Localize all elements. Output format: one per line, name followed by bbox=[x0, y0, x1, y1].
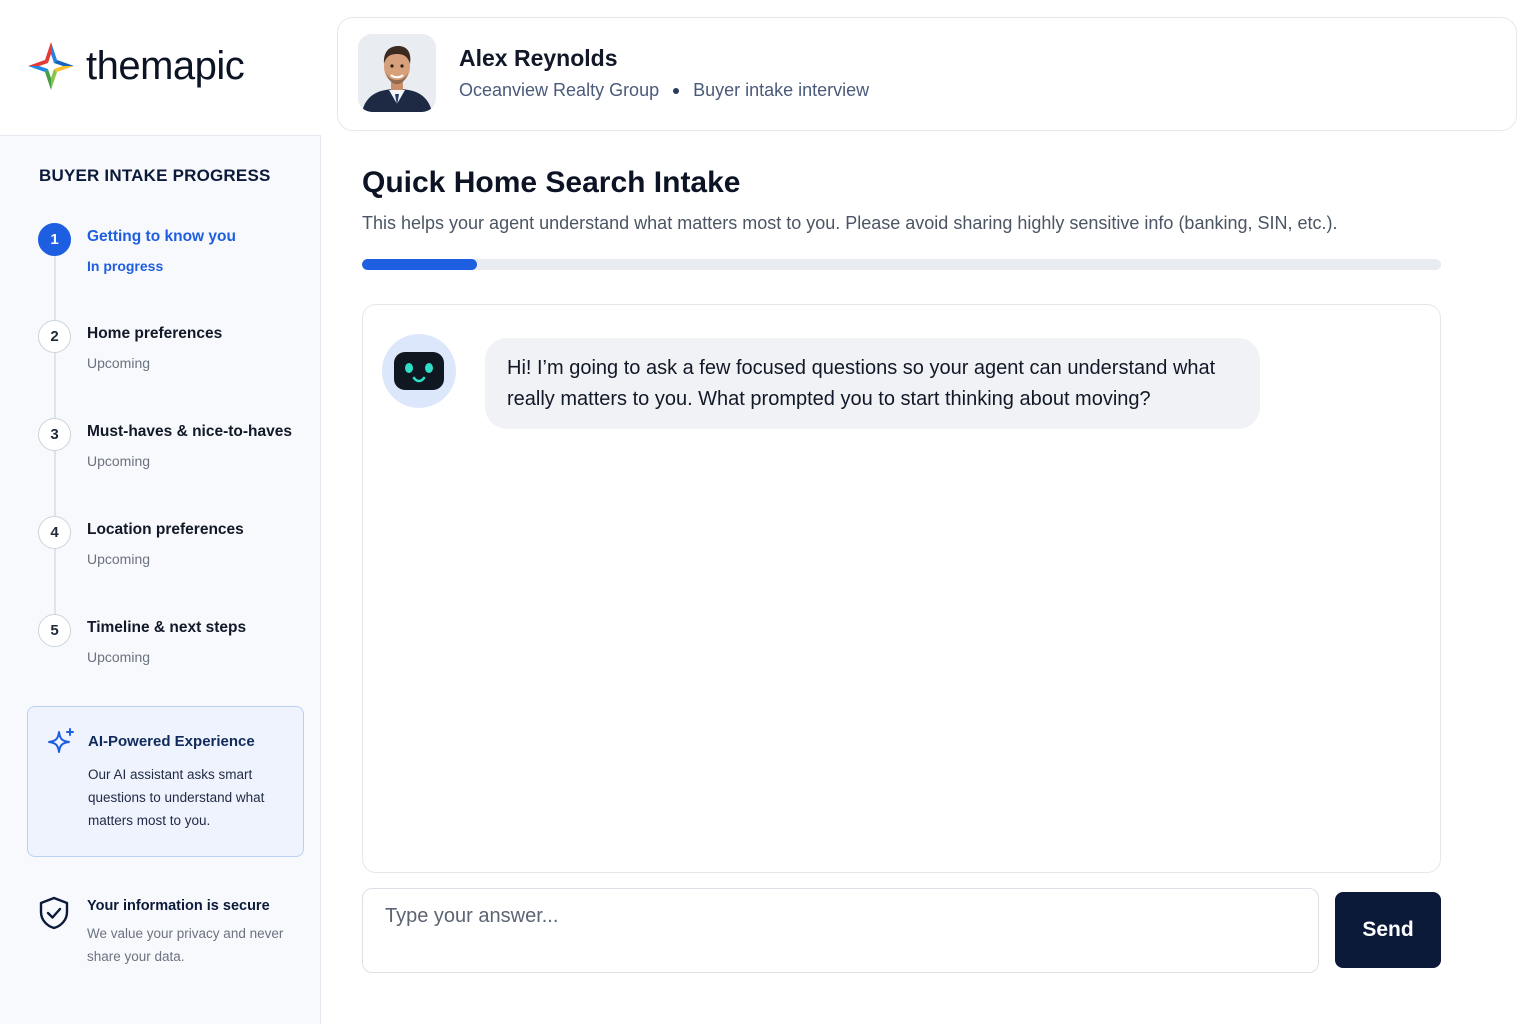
step-status: Upcoming bbox=[87, 551, 151, 567]
agent-context: Buyer intake interview bbox=[693, 80, 870, 100]
step-number-badge: 4 bbox=[38, 516, 71, 549]
page-title: Quick Home Search Intake bbox=[362, 166, 741, 199]
step-number-badge: 5 bbox=[38, 614, 71, 647]
ai-card-body: Our AI assistant asks smart questions to… bbox=[88, 767, 265, 828]
agent-name: Alex Reynolds bbox=[459, 45, 618, 71]
brand-logo[interactable]: themapic bbox=[26, 40, 245, 92]
step-status: Upcoming bbox=[87, 453, 151, 469]
agent-meta: Oceanview Realty Group Buyer intake inte… bbox=[459, 80, 869, 101]
progress-fill bbox=[362, 259, 478, 270]
step-number-badge: 2 bbox=[38, 320, 71, 353]
robot-face-icon bbox=[394, 352, 444, 390]
agent-avatar bbox=[358, 34, 436, 112]
step-label: Timeline & next steps bbox=[87, 619, 247, 636]
brand-name: themapic bbox=[86, 43, 245, 88]
agent-portrait-icon bbox=[358, 34, 436, 112]
step-status: In progress bbox=[87, 258, 164, 274]
intake-progress-bar bbox=[362, 259, 1441, 270]
shield-check-icon bbox=[39, 896, 69, 930]
sidebar-title: BUYER INTAKE PROGRESS bbox=[39, 166, 271, 185]
ai-powered-card: AI-Powered Experience Our AI assistant a… bbox=[27, 706, 304, 857]
bot-avatar bbox=[382, 334, 456, 408]
step-label: Location preferences bbox=[87, 521, 244, 538]
secure-title: Your information is secure bbox=[87, 898, 270, 914]
step-label: Home preferences bbox=[87, 325, 223, 342]
sidebar: BUYER INTAKE PROGRESS 1 Getting to know … bbox=[0, 135, 321, 1024]
separator-dot bbox=[673, 87, 680, 94]
send-button[interactable]: Send bbox=[1335, 892, 1441, 968]
agent-header-card: Alex Reynolds Oceanview Realty Group Buy… bbox=[337, 17, 1517, 131]
bot-message-bubble: Hi! I’m going to ask a few focused quest… bbox=[485, 338, 1260, 429]
step-status: Upcoming bbox=[87, 649, 151, 665]
step-status: Upcoming bbox=[87, 355, 151, 371]
logo-star-icon bbox=[28, 42, 74, 90]
step-number-badge: 3 bbox=[38, 418, 71, 451]
ai-card-title: AI-Powered Experience bbox=[88, 733, 255, 750]
sparkle-icon bbox=[48, 728, 74, 753]
page-subtitle: This helps your agent understand what ma… bbox=[362, 213, 1338, 233]
step-label: Getting to know you bbox=[87, 228, 236, 245]
secure-body: We value your privacy and never share yo… bbox=[87, 926, 284, 964]
chat-panel[interactable]: Hi! I’m going to ask a few focused quest… bbox=[362, 304, 1441, 873]
step-label: Must-haves & nice-to-haves bbox=[87, 423, 292, 440]
answer-input[interactable] bbox=[362, 888, 1319, 973]
step-number-badge: 1 bbox=[38, 223, 71, 256]
agent-company: Oceanview Realty Group bbox=[459, 80, 660, 100]
